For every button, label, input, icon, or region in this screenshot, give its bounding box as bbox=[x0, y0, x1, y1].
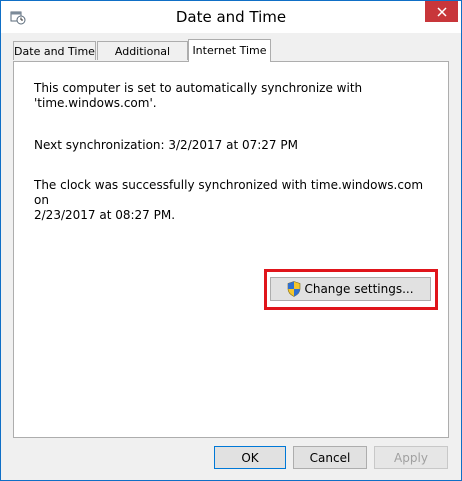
sync-message: This computer is set to automatically sy… bbox=[34, 81, 434, 111]
title-bar[interactable]: Date and Time bbox=[1, 1, 461, 33]
last-sync-line1: The clock was successfully synchronized … bbox=[34, 178, 424, 207]
window-title: Date and Time bbox=[175, 8, 287, 26]
close-icon bbox=[436, 6, 447, 17]
tab-internet-time[interactable]: Internet Time bbox=[188, 39, 271, 62]
sync-message-line2: 'time.windows.com'. bbox=[34, 96, 157, 110]
close-button[interactable] bbox=[425, 1, 458, 22]
date-time-window: Date and Time Date and Time Additional C… bbox=[0, 0, 462, 481]
last-sync-line2: 2/23/2017 at 08:27 PM. bbox=[34, 208, 176, 222]
apply-button[interactable]: Apply bbox=[374, 446, 448, 469]
cancel-button[interactable]: Cancel bbox=[293, 446, 367, 469]
uac-shield-icon bbox=[288, 281, 301, 297]
tab-date-and-time[interactable]: Date and Time bbox=[13, 41, 96, 60]
tab-additional-clocks[interactable]: Additional Clocks bbox=[97, 41, 188, 77]
change-settings-label: Change settings... bbox=[304, 282, 414, 296]
sync-message-line1: This computer is set to automatically sy… bbox=[34, 81, 363, 95]
change-settings-button[interactable]: Change settings... bbox=[270, 277, 431, 301]
ok-button[interactable]: OK bbox=[214, 446, 286, 469]
last-sync-message: The clock was successfully synchronized … bbox=[34, 178, 434, 223]
internet-time-panel: This computer is set to automatically sy… bbox=[13, 61, 449, 438]
next-sync-text: Next synchronization: 3/2/2017 at 07:27 … bbox=[34, 138, 298, 152]
